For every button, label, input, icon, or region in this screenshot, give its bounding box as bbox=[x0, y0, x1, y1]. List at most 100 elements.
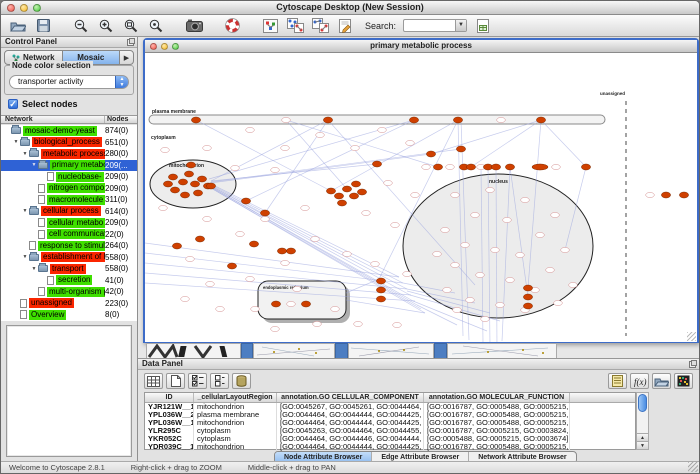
network-node[interactable] bbox=[231, 165, 240, 170]
network-node[interactable] bbox=[351, 145, 360, 150]
selected-network-node[interactable] bbox=[334, 193, 343, 199]
network-edge[interactable] bbox=[210, 154, 431, 183]
network-node[interactable] bbox=[451, 262, 460, 267]
tree-row[interactable]: ▼biological_process651(0) bbox=[1, 137, 137, 149]
selected-network-node[interactable] bbox=[456, 146, 465, 152]
network-node[interactable] bbox=[453, 307, 462, 312]
network-node[interactable] bbox=[646, 192, 655, 197]
network-node[interactable] bbox=[203, 145, 212, 150]
attribute-list-icon[interactable] bbox=[608, 373, 627, 389]
scrollbar-thumb[interactable] bbox=[638, 394, 647, 412]
expand-arrow-icon[interactable]: ▼ bbox=[12, 139, 20, 145]
selected-network-node[interactable] bbox=[453, 117, 462, 123]
column-header[interactable]: _cellularLayoutRegion bbox=[194, 393, 277, 402]
selected-network-node[interactable] bbox=[180, 192, 189, 198]
selected-network-node[interactable] bbox=[357, 189, 366, 195]
selected-network-node[interactable] bbox=[581, 164, 590, 170]
column-header[interactable]: ID bbox=[145, 393, 194, 402]
selected-network-node[interactable] bbox=[376, 287, 385, 293]
network-view-window[interactable]: primary metabolic process plasma membran… bbox=[143, 38, 699, 343]
open-folder-icon[interactable] bbox=[9, 17, 27, 34]
tree-row[interactable]: mosaic-demo-yeast874(0) bbox=[1, 125, 137, 137]
network-node[interactable] bbox=[384, 180, 393, 185]
network-node[interactable] bbox=[551, 212, 560, 217]
expand-arrow-icon[interactable]: ▼ bbox=[21, 151, 29, 157]
network-node[interactable] bbox=[497, 117, 506, 122]
column-header[interactable]: annotation.GO CELLULAR_COMPONENT bbox=[277, 393, 424, 402]
network-node[interactable] bbox=[216, 306, 225, 311]
network-node[interactable] bbox=[186, 256, 195, 261]
tree-row[interactable]: macromolecule311(0) bbox=[1, 194, 137, 206]
selected-network-node[interactable] bbox=[195, 236, 204, 242]
tree-row[interactable]: cellular metabo209(0) bbox=[1, 217, 137, 229]
network-node[interactable] bbox=[451, 192, 460, 197]
tree-row[interactable]: nitrogen compo209(0) bbox=[1, 183, 137, 195]
table-row[interactable]: YJR121W__1mitochondrion[GO:0045267, GO:0… bbox=[145, 403, 635, 411]
minimized-window-thumbnail[interactable] bbox=[146, 343, 241, 358]
selected-network-node[interactable] bbox=[191, 117, 200, 123]
tree-row[interactable]: ▼transport558(0) bbox=[1, 263, 137, 275]
tab-overflow-arrow-icon[interactable]: ▶ bbox=[120, 51, 133, 64]
selected-network-node[interactable] bbox=[206, 183, 215, 189]
selected-network-node[interactable] bbox=[523, 285, 532, 291]
network-node[interactable] bbox=[331, 306, 340, 311]
selected-network-node[interactable] bbox=[342, 186, 351, 192]
column-header[interactable]: annotation.GO MOLECULAR_FUNCTION bbox=[424, 393, 570, 402]
selected-network-node[interactable] bbox=[679, 192, 688, 198]
network-node[interactable] bbox=[536, 232, 545, 237]
minimize-view-button[interactable] bbox=[161, 43, 168, 50]
unselect-attributes-icon[interactable] bbox=[210, 373, 229, 389]
scroll-up-icon[interactable]: ▲ bbox=[637, 433, 648, 441]
network-edge[interactable] bbox=[331, 120, 458, 191]
node-color-dropdown[interactable]: transporter activity ▲▼ bbox=[9, 75, 129, 89]
save-icon[interactable] bbox=[34, 17, 52, 34]
help-lifering-icon[interactable] bbox=[223, 17, 241, 34]
network-node[interactable] bbox=[403, 271, 412, 276]
attribute-table-icon[interactable] bbox=[144, 373, 163, 389]
tree-row[interactable]: Overview8(0) bbox=[1, 309, 137, 321]
network-node[interactable] bbox=[236, 231, 245, 236]
vizmapper-icon[interactable] bbox=[261, 17, 279, 34]
network-node[interactable] bbox=[271, 326, 280, 331]
tree-row[interactable]: ▼cellular process614(0) bbox=[1, 206, 137, 218]
network-edge[interactable] bbox=[541, 120, 586, 167]
network-node[interactable] bbox=[282, 117, 291, 122]
selected-network-node[interactable] bbox=[172, 243, 181, 249]
network-node[interactable] bbox=[161, 147, 170, 152]
network-node[interactable] bbox=[521, 197, 530, 202]
network-node[interactable] bbox=[281, 145, 290, 150]
table-row[interactable]: YPL036W__1mitochondrion[GO:0044464, GO:0… bbox=[145, 419, 635, 427]
table-row[interactable]: YLR295Ccytoplasm[GO:0045263, GO:0044464,… bbox=[145, 427, 635, 435]
network-edge[interactable] bbox=[286, 120, 438, 167]
network-edge[interactable] bbox=[145, 243, 399, 277]
selected-network-node[interactable] bbox=[337, 200, 346, 206]
merge-network-icon[interactable] bbox=[286, 17, 304, 34]
tree-row[interactable]: ▼metabolic process280(0) bbox=[1, 148, 137, 160]
attribute-matrix-icon[interactable] bbox=[674, 373, 693, 389]
network-node[interactable] bbox=[311, 236, 320, 241]
table-row[interactable]: YDR039C__1mitochondrion[GO:0044464, GO:0… bbox=[145, 443, 635, 451]
network-edge[interactable] bbox=[211, 186, 407, 289]
selected-network-node[interactable] bbox=[163, 181, 172, 187]
network-window-title-bar[interactable]: primary metabolic process bbox=[145, 40, 697, 53]
birds-eye-view[interactable] bbox=[6, 325, 132, 457]
network-node[interactable] bbox=[393, 322, 402, 327]
network-node[interactable] bbox=[378, 127, 387, 132]
network-node[interactable] bbox=[293, 286, 302, 291]
network-node[interactable] bbox=[271, 167, 280, 172]
selected-network-node[interactable] bbox=[466, 164, 475, 170]
network-node[interactable] bbox=[481, 316, 490, 321]
network-node[interactable] bbox=[301, 205, 310, 210]
network-edge[interactable] bbox=[211, 120, 328, 181]
function-builder-icon[interactable]: f(x) bbox=[630, 373, 649, 389]
scroll-down-icon[interactable]: ▼ bbox=[637, 441, 648, 449]
select-attributes-icon[interactable] bbox=[188, 373, 207, 389]
close-window-button[interactable] bbox=[7, 4, 15, 12]
network-node[interactable] bbox=[446, 164, 455, 169]
zoom-window-button[interactable] bbox=[33, 4, 41, 12]
app-title-bar[interactable]: Cytoscape Desktop (New Session) bbox=[1, 1, 699, 15]
network-node[interactable] bbox=[159, 205, 168, 210]
selected-network-node[interactable] bbox=[301, 301, 310, 307]
selected-network-node[interactable] bbox=[532, 164, 548, 170]
selected-network-node[interactable] bbox=[197, 176, 206, 182]
